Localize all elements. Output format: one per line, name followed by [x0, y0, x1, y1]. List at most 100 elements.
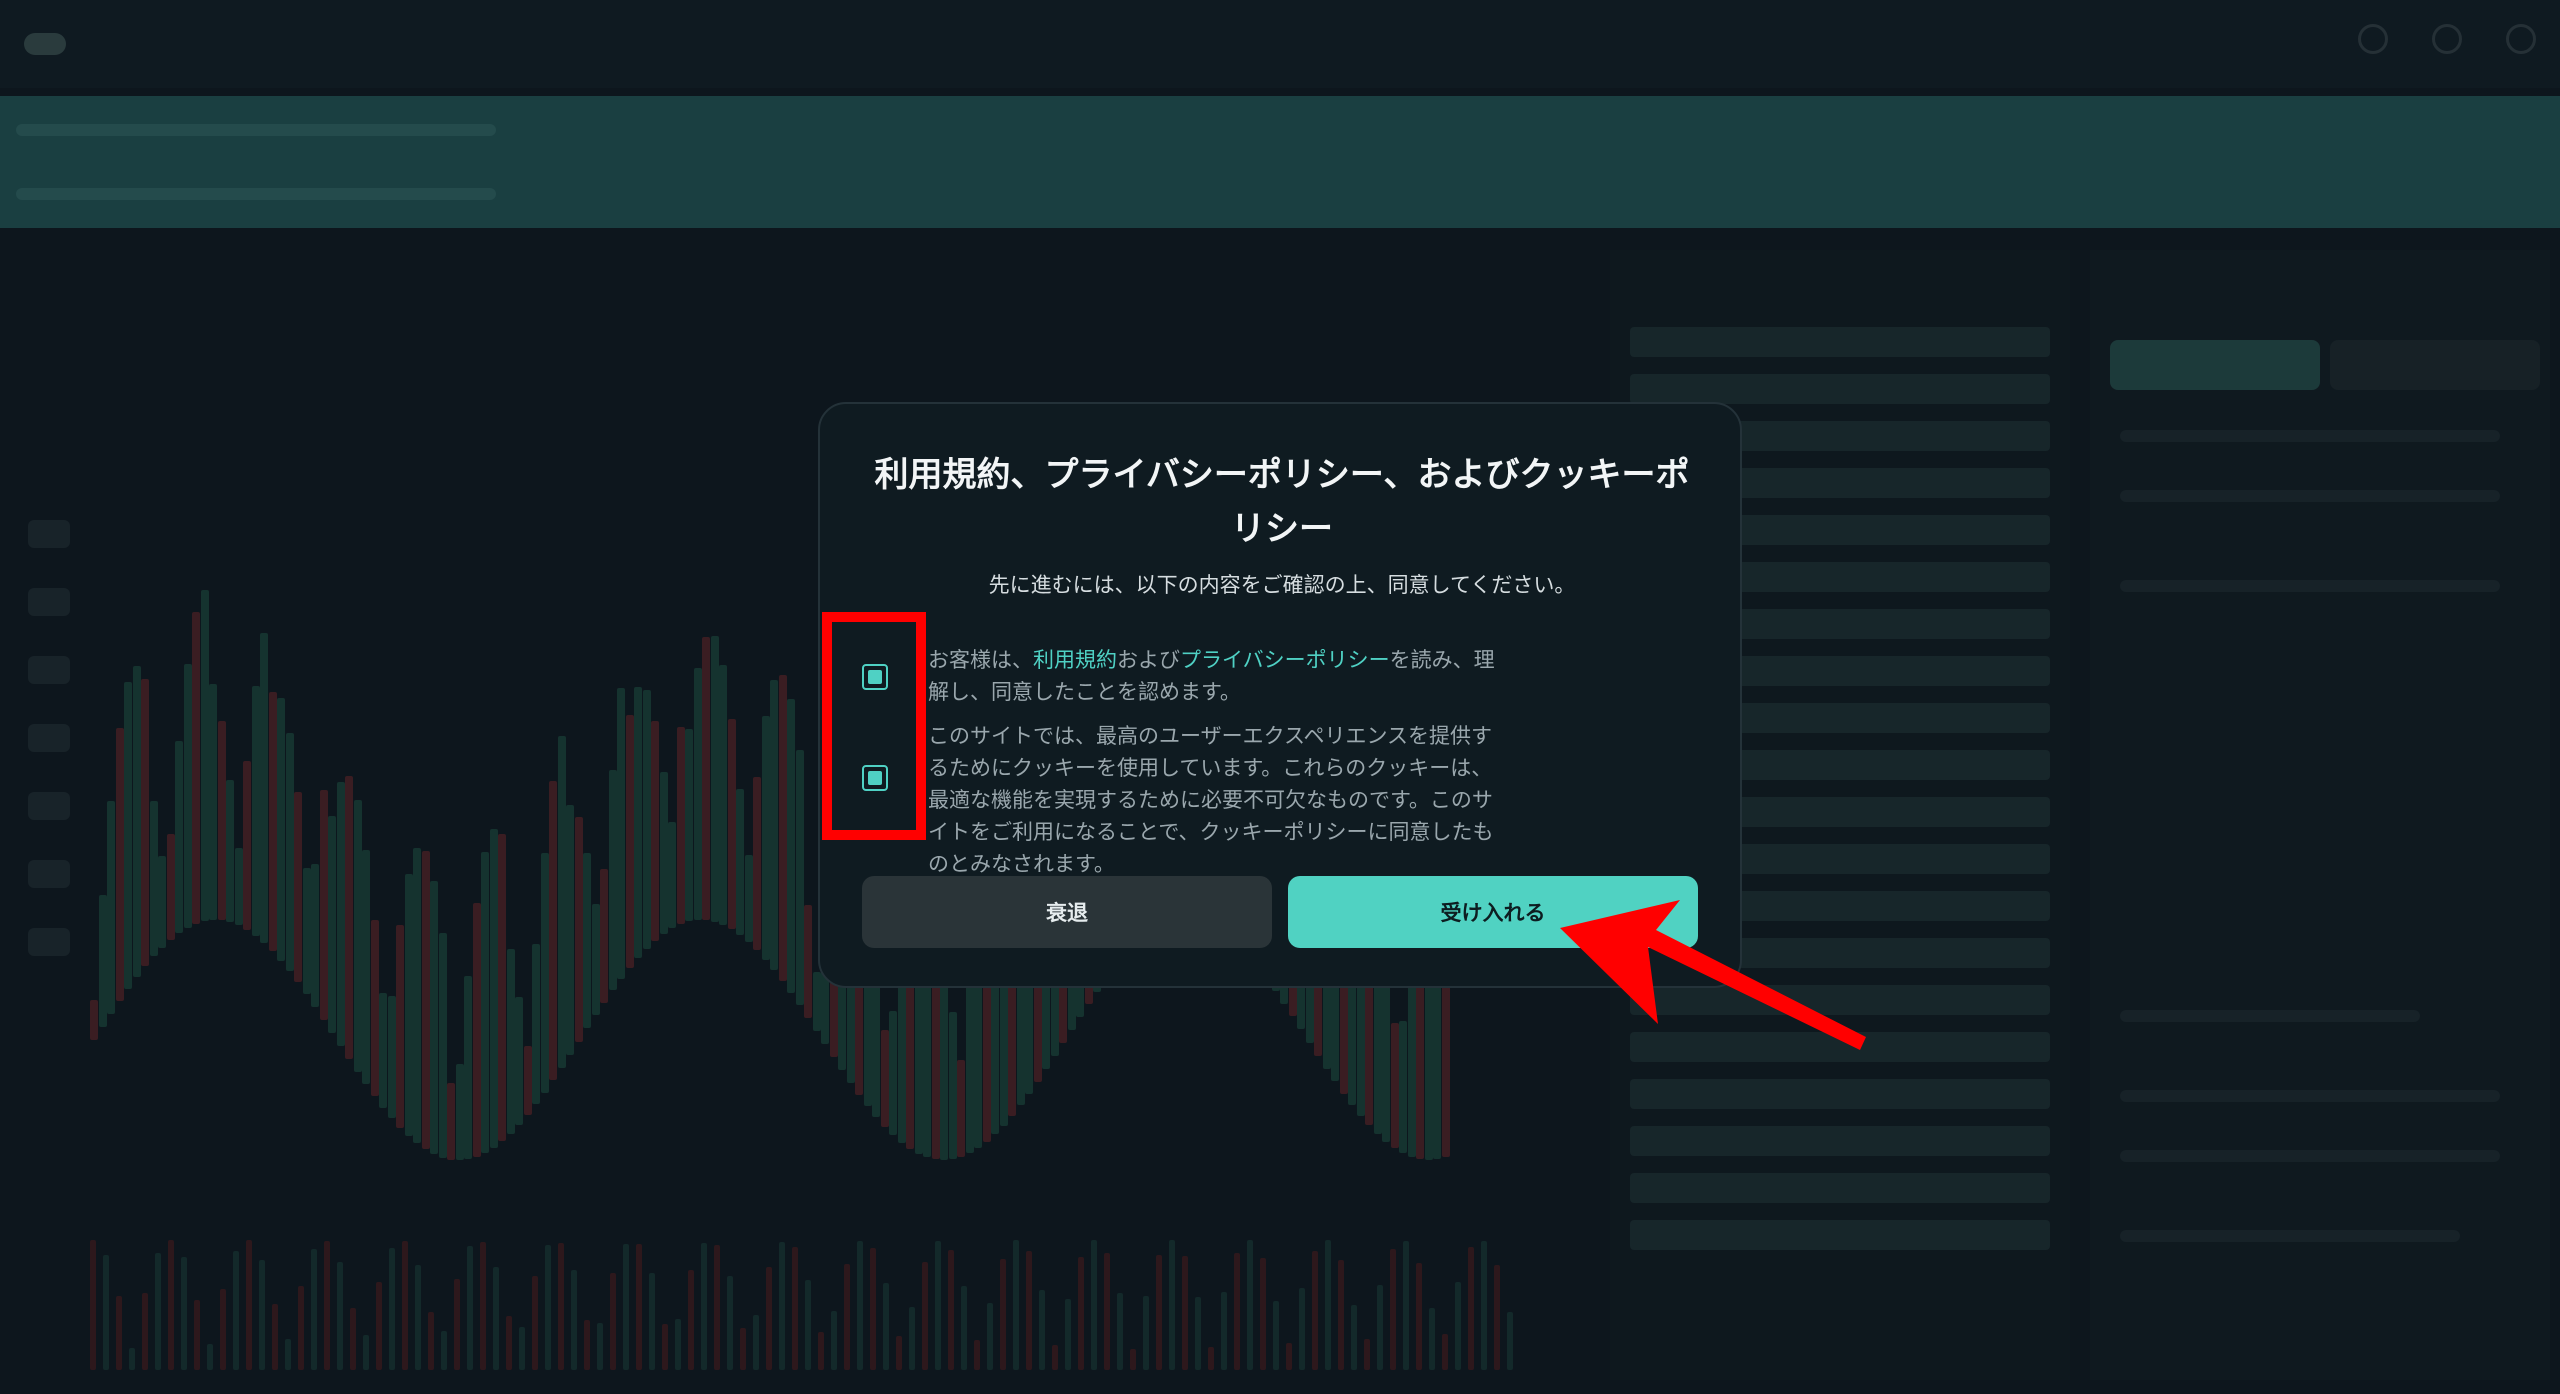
- notice-banner: [0, 96, 2560, 228]
- background-volume-bar: [1130, 1348, 1136, 1370]
- background-candle: [642, 690, 651, 949]
- background-volume-bar: [1390, 1249, 1396, 1370]
- background-volume-bar: [441, 1331, 447, 1370]
- terms-consent-connector: および: [1117, 648, 1180, 672]
- background-volume-bar: [1455, 1281, 1461, 1370]
- background-volume-bar: [311, 1249, 317, 1370]
- decline-button[interactable]: 衰退: [862, 876, 1272, 948]
- trendline-tool-icon: [28, 588, 70, 616]
- background-candle: [268, 692, 277, 952]
- background-volume-bar: [298, 1285, 304, 1370]
- background-candle: [141, 679, 149, 967]
- modal-title: 利用規約、プライバシーポリシー、およびクッキーポリシー: [874, 455, 1690, 549]
- background-volume-bar: [961, 1286, 967, 1370]
- background-volume-bar: [1494, 1265, 1500, 1370]
- background-candle: [736, 789, 744, 936]
- background-volume-bar: [714, 1245, 720, 1370]
- background-candle: [370, 919, 379, 1097]
- background-candle: [566, 804, 574, 1055]
- background-candle: [600, 869, 608, 1003]
- background-candle: [591, 904, 600, 1016]
- background-candle: [328, 815, 336, 1033]
- background-volume-bar: [467, 1246, 473, 1370]
- background-volume-bar: [753, 1314, 759, 1370]
- background-candle: [115, 728, 124, 1002]
- background-volume-bar: [636, 1243, 642, 1370]
- background-volume-bar: [116, 1296, 122, 1370]
- background-candle: [345, 776, 353, 1059]
- background-volume-bar: [766, 1266, 772, 1370]
- background-volume-bar: [532, 1275, 538, 1370]
- background-volume-bar: [389, 1247, 395, 1370]
- form-placeholder-line: [2120, 1090, 2500, 1102]
- background-volume-bar: [558, 1242, 564, 1370]
- order-book-row: [1630, 374, 2050, 404]
- background-candle: [387, 995, 396, 1119]
- buy-tab-placeholder: [2110, 340, 2320, 390]
- background-candle: [396, 925, 404, 1128]
- background-volume-bar: [181, 1257, 187, 1370]
- arrow-icon: [1560, 900, 1866, 1050]
- background-candle: [158, 855, 166, 948]
- background-volume-bar: [1182, 1255, 1188, 1370]
- arrow-shape: [1560, 900, 1866, 1050]
- background-volume-bar: [1234, 1252, 1240, 1370]
- terms-of-service-link[interactable]: 利用規約: [1033, 648, 1117, 672]
- background-volume-bar: [1273, 1300, 1279, 1370]
- background-candle: [583, 852, 591, 1029]
- background-candle: [608, 769, 617, 991]
- pattern-tool-icon: [28, 724, 70, 752]
- background-volume-bar: [831, 1310, 837, 1370]
- background-volume-bar: [1078, 1256, 1084, 1370]
- background-candle: [379, 992, 387, 1108]
- background-candle: [336, 781, 345, 1046]
- background-volume-bar: [272, 1303, 278, 1370]
- background-volume-bar: [597, 1322, 603, 1370]
- background-candle: [90, 1000, 98, 1040]
- background-candle: [438, 932, 447, 1158]
- background-candle: [430, 880, 438, 1155]
- background-volume-bar: [688, 1269, 694, 1370]
- background-volume-bar: [1312, 1250, 1318, 1370]
- form-placeholder-line: [2120, 1150, 2500, 1162]
- background-candle: [226, 780, 234, 923]
- background-volume-bar: [922, 1261, 928, 1370]
- background-candle: [693, 668, 702, 921]
- background-candle: [702, 636, 710, 921]
- background-candle: [277, 697, 285, 961]
- background-candle: [353, 800, 362, 1072]
- background-candle: [540, 852, 549, 1093]
- background-volume-bar: [792, 1246, 798, 1370]
- background-volume-bar: [1299, 1288, 1305, 1370]
- background-volume-bar: [1429, 1308, 1435, 1370]
- background-candle: [549, 781, 557, 1081]
- background-volume-bar: [1403, 1240, 1409, 1370]
- background-candle: [880, 1030, 889, 1127]
- background-volume-bar: [376, 1282, 382, 1370]
- background-volume-bar: [896, 1336, 902, 1370]
- background-candle: [787, 699, 795, 993]
- background-volume-bar: [1442, 1334, 1448, 1370]
- background-volume-bar: [415, 1264, 421, 1370]
- background-candle: [795, 750, 804, 1006]
- background-volume-bar: [1364, 1338, 1370, 1370]
- background-candle: [311, 863, 319, 1007]
- background-candle: [948, 1012, 957, 1160]
- background-volume-bar: [584, 1319, 590, 1370]
- terms-consent-prefix: お客様は、: [928, 648, 1033, 672]
- background-volume-bar: [1338, 1260, 1344, 1370]
- background-candle: [200, 590, 209, 922]
- background-volume-bar: [337, 1262, 343, 1370]
- background-candle: [260, 633, 268, 943]
- privacy-policy-link[interactable]: プライバシーポリシー: [1180, 648, 1390, 672]
- background-volume-bar: [1507, 1312, 1513, 1370]
- background-candle: [319, 789, 328, 1020]
- globe-icon: [2432, 24, 2462, 54]
- background-volume-bar: [454, 1278, 460, 1370]
- background-volume-bar: [1026, 1251, 1032, 1370]
- background-candle: [149, 801, 158, 957]
- background-candle: [617, 687, 625, 979]
- terms-consent-text: お客様は、利用規約およびプライバシーポリシーを読み、理解し、同意したことを認めま…: [928, 644, 1498, 708]
- background-candle: [209, 683, 217, 921]
- background-volume-bar: [1065, 1299, 1071, 1370]
